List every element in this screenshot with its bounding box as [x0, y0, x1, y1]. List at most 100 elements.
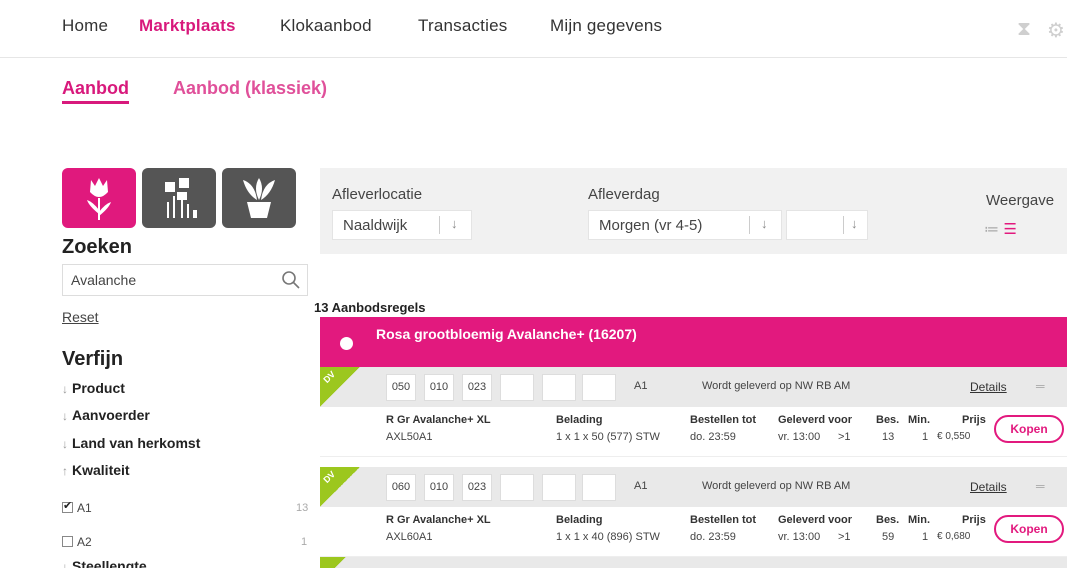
price-label: Prijs: [962, 514, 986, 526]
location-label: Afleverlocatie: [332, 186, 423, 203]
list-view-icon[interactable]: ☰: [1003, 221, 1016, 238]
hourglass-icon[interactable]: ⧗: [1017, 18, 1031, 41]
day-secondary-select[interactable]: ↓: [786, 210, 868, 240]
divider: [749, 216, 750, 234]
details-link[interactable]: Details: [970, 380, 1007, 394]
bes-label: Bes.: [876, 514, 900, 526]
offer-header-row-partial: [320, 557, 1067, 568]
price-label: Prijs: [962, 414, 986, 426]
tab-aanbod[interactable]: Aanbod: [62, 78, 129, 104]
search-title: Zoeken: [62, 236, 133, 258]
delivery-note: Wordt geleverd op NW RB AM: [702, 380, 851, 392]
nav-marktplaats[interactable]: Marktplaats: [139, 16, 236, 36]
dv-badge: [320, 557, 360, 568]
quality-option-a2[interactable]: A2: [62, 535, 92, 549]
tulip-icon: [87, 178, 111, 220]
header-icons: ⧗ ⚙: [1007, 18, 1067, 42]
checkbox[interactable]: [62, 499, 73, 513]
nav-home[interactable]: Home: [62, 16, 108, 36]
product-code: AXL50A1: [386, 431, 433, 443]
details-link[interactable]: Details: [970, 480, 1007, 494]
category-cut-flowers-button[interactable]: [62, 168, 136, 228]
tab-aanbod-klassiek[interactable]: Aanbod (klassiek): [173, 78, 327, 99]
nav-klokaanbod[interactable]: Klokaanbod: [280, 16, 372, 36]
filter-label: Product: [72, 380, 125, 396]
arrow-up-icon: ↑: [62, 464, 68, 478]
delivered-extra: >1: [838, 531, 851, 543]
delivered-value: vr. 13:00: [778, 431, 821, 443]
dv-badge: DV: [320, 367, 360, 407]
code-cell: 023: [462, 374, 492, 401]
top-navigation: Home Marktplaats Klokaanbod Transacties …: [0, 0, 1067, 58]
buy-button[interactable]: Kopen: [994, 515, 1064, 543]
min-label: Min.: [908, 414, 930, 426]
arrow-down-icon: ↓: [62, 409, 68, 423]
arrow-down-icon: ↓: [62, 560, 68, 568]
belading-value: 1 x 1 x 50 (577) STW: [556, 431, 660, 443]
results-count: 13 Aanbodsregels: [314, 300, 426, 315]
pot-plant-icon: [243, 178, 275, 218]
quality-option-a1[interactable]: A1: [62, 499, 92, 515]
delivery-note: Wordt geleverd op NW RB AM: [702, 480, 851, 492]
arrow-down-icon: ↓: [761, 216, 768, 231]
day-select[interactable]: Morgen (vr 4-5) ↓: [588, 210, 782, 240]
option-count: 13: [296, 502, 309, 514]
search-input[interactable]: [63, 265, 263, 295]
delivered-value: vr. 13:00: [778, 531, 821, 543]
category-pot-plants-button[interactable]: [222, 168, 296, 228]
reset-link[interactable]: Reset: [62, 309, 99, 325]
option-label: A2: [77, 535, 92, 549]
product-code: AXL60A1: [386, 531, 433, 543]
product-name: R Gr Avalanche+ XL: [386, 414, 491, 426]
filter-steellengte[interactable]: ↓ Steellengte: [62, 558, 147, 568]
order-label: Bestellen tot: [690, 514, 757, 526]
belading-label: Belading: [556, 414, 603, 426]
code-cell: 023: [462, 474, 492, 501]
menu-lines-icon[interactable]: ═: [1036, 479, 1045, 493]
option-label: A1: [77, 501, 92, 515]
filter-aanvoerder[interactable]: ↓ Aanvoerder: [62, 407, 150, 423]
min-value: 1: [922, 531, 929, 543]
buy-button[interactable]: Kopen: [994, 415, 1064, 443]
bes-value: 13: [882, 431, 895, 443]
code-cell: 010: [424, 374, 454, 401]
day-value: Morgen (vr 4-5): [599, 217, 703, 234]
checkbox[interactable]: [62, 536, 73, 547]
code-cell-empty: [582, 374, 616, 401]
product-name: R Gr Avalanche+ XL: [386, 514, 491, 526]
min-label: Min.: [908, 514, 930, 526]
settings-icon[interactable]: ⚙: [1047, 18, 1065, 43]
code-cell-empty: [500, 474, 534, 501]
refine-title: Verfijn: [62, 348, 124, 370]
quality-code: A1: [634, 480, 648, 492]
garden-plants-icon: [165, 178, 197, 218]
filter-label: Kwaliteit: [72, 462, 130, 478]
nav-transacties[interactable]: Transacties: [418, 16, 507, 36]
belading-value: 1 x 1 x 40 (896) STW: [556, 531, 660, 543]
filter-product[interactable]: ↓ Product: [62, 380, 125, 396]
filter-land-van-herkomst[interactable]: ↓ Land van herkomst: [62, 435, 200, 451]
arrow-down-icon: ↓: [62, 437, 68, 451]
option-count: 1: [301, 536, 308, 548]
filter-label: Land van herkomst: [72, 435, 201, 451]
delivered-extra: >1: [838, 431, 851, 443]
search-icon[interactable]: [281, 270, 301, 290]
day-label: Afleverdag: [588, 186, 660, 203]
filter-label: Steellengte: [72, 558, 147, 568]
view-label: Weergave: [986, 192, 1055, 209]
nav-mijn-gegevens[interactable]: Mijn gegevens: [550, 16, 662, 36]
product-group-header[interactable]: Rosa grootbloemig Avalanche+ (16207): [320, 317, 1067, 367]
search-field: [62, 264, 308, 296]
dv-badge: DV: [320, 467, 360, 507]
menu-lines-icon[interactable]: ═: [1036, 379, 1045, 393]
compact-list-icon[interactable]: ≔: [984, 221, 999, 238]
delivered-label: Geleverd voor: [778, 514, 852, 526]
min-value: 1: [922, 431, 929, 443]
code-cell-empty: [542, 474, 576, 501]
offer-detail-row: R Gr Avalanche+ XL AXL60A1 Belading 1 x …: [320, 507, 1067, 557]
filter-kwaliteit[interactable]: ↑ Kwaliteit: [62, 462, 130, 478]
filter-label: Aanvoerder: [72, 407, 150, 423]
location-select[interactable]: Naaldwijk ↓: [332, 210, 472, 240]
radio-icon[interactable]: [340, 337, 353, 350]
category-garden-plants-button[interactable]: [142, 168, 216, 228]
